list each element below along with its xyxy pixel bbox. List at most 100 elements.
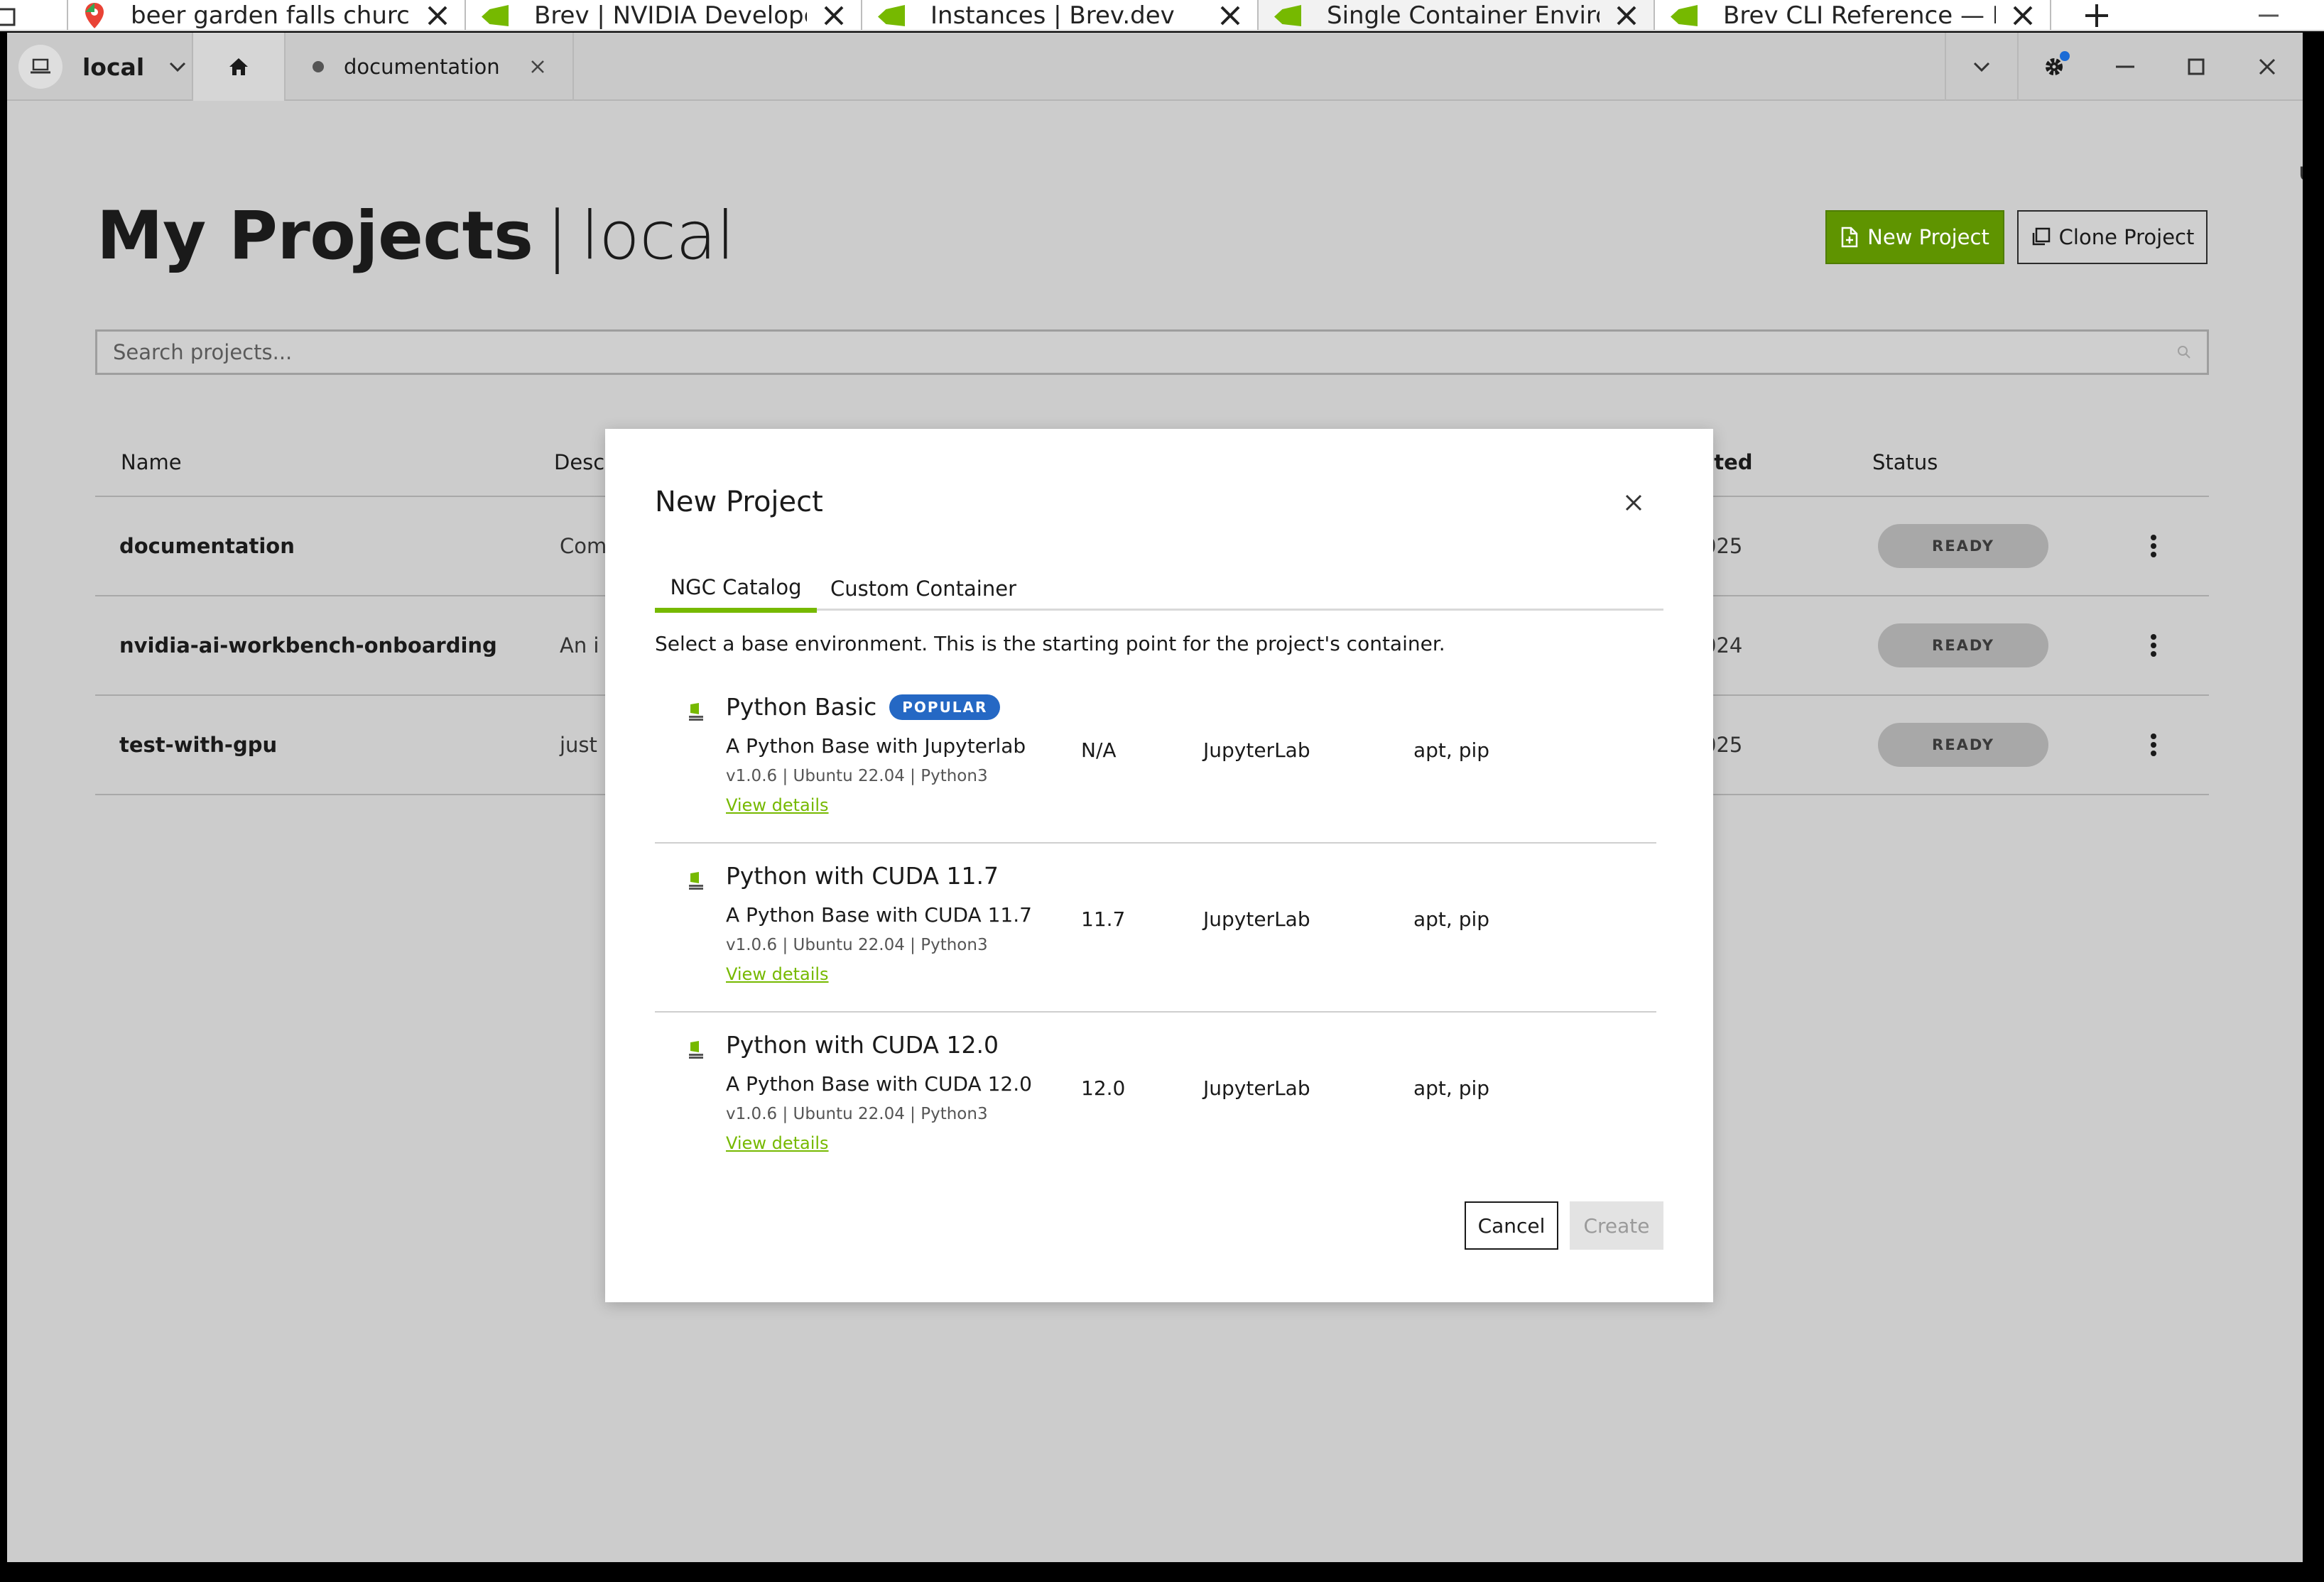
- environment-cuda: 12.0: [1081, 1076, 1126, 1100]
- environment-app: JupyterLab: [1203, 907, 1310, 931]
- close-icon[interactable]: [1619, 489, 1648, 517]
- nvidia-container-icon: [689, 1041, 703, 1059]
- environment-packages: apt, pip: [1413, 1076, 1490, 1100]
- maximize-button[interactable]: [2161, 33, 2232, 101]
- view-details-link[interactable]: View details: [726, 964, 829, 984]
- project-description: just: [560, 733, 597, 757]
- context-selector[interactable]: local: [7, 33, 193, 101]
- nvidia-icon: [878, 5, 905, 26]
- chevron-down-icon: [170, 62, 186, 72]
- environment-packages: apt, pip: [1413, 907, 1490, 931]
- environment-description: A Python Base with CUDA 11.7: [726, 903, 1032, 927]
- browser-tab-partial[interactable]: [0, 0, 68, 30]
- close-icon[interactable]: [2009, 1, 2037, 30]
- popular-badge: POPULAR: [889, 694, 1001, 720]
- browser-tab-strip: beer garden falls church Brev | NVIDIA D…: [0, 0, 2324, 31]
- project-name[interactable]: nvidia-ai-workbench-onboarding: [119, 633, 497, 658]
- minimize-browser-icon[interactable]: [2256, 1, 2281, 30]
- kebab-menu-icon[interactable]: [2139, 628, 2168, 663]
- close-icon[interactable]: [1216, 1, 1244, 30]
- status-badge: READY: [1878, 623, 2048, 667]
- page-title-main: My Projects: [97, 197, 533, 275]
- home-tab[interactable]: [193, 33, 286, 101]
- dialog-tabs: NGC Catalog Custom Container: [655, 567, 1663, 613]
- environment-app: JupyterLab: [1203, 738, 1310, 762]
- project-name[interactable]: documentation: [119, 534, 295, 558]
- minimize-icon: [2116, 65, 2134, 68]
- tab-square-icon: [0, 8, 16, 26]
- project-name[interactable]: test-with-gpu: [119, 733, 277, 757]
- search-input[interactable]: [112, 339, 2100, 365]
- minimize-button[interactable]: [2090, 33, 2161, 101]
- new-project-dialog: New Project NGC Catalog Custom Container…: [605, 429, 1713, 1302]
- status-badge: READY: [1878, 723, 2048, 767]
- environment-meta: v1.0.6 | Ubuntu 22.04 | Python3: [726, 936, 988, 954]
- environment-name: Python with CUDA 11.7: [726, 862, 999, 890]
- settings-button[interactable]: [2019, 33, 2090, 101]
- laptop-icon: [18, 45, 63, 89]
- dialog-subtitle: Select a base environment. This is the s…: [655, 632, 1445, 655]
- environment-title: Python Basic: [726, 693, 877, 721]
- environment-meta: v1.0.6 | Ubuntu 22.04 | Python3: [726, 1105, 988, 1123]
- new-file-icon: [1841, 227, 1858, 248]
- project-tab-documentation[interactable]: documentation: [286, 33, 574, 101]
- new-project-button[interactable]: New Project: [1825, 210, 2004, 264]
- project-tab-label: documentation: [344, 55, 500, 79]
- tabs-dropdown-button[interactable]: [1946, 33, 2017, 101]
- browser-tab-4[interactable]: Brev CLI Reference — NVIDIA: [1655, 0, 2051, 30]
- page-title: My Projects | local: [97, 197, 735, 275]
- project-description: Com: [560, 534, 607, 558]
- tab-custom-container[interactable]: Custom Container: [817, 567, 1030, 611]
- browser-tab-2[interactable]: Instances | Brev.dev: [862, 0, 1259, 30]
- environment-cuda: N/A: [1081, 738, 1117, 762]
- environment-app: JupyterLab: [1203, 1076, 1310, 1100]
- context-label: local: [82, 53, 145, 81]
- nvidia-container-icon: [689, 703, 703, 721]
- notification-dot: [2060, 51, 2070, 61]
- environment-packages: apt, pip: [1413, 738, 1490, 762]
- home-icon: [229, 58, 248, 75]
- view-details-link[interactable]: View details: [726, 1133, 829, 1153]
- close-icon[interactable]: [820, 1, 848, 30]
- create-button[interactable]: Create: [1570, 1201, 1663, 1250]
- column-header-name[interactable]: Name: [121, 450, 182, 474]
- clone-project-button[interactable]: Clone Project: [2017, 210, 2208, 264]
- environment-title: Python with CUDA 11.7: [726, 862, 999, 890]
- browser-tab-title: Brev | NVIDIA Developer: [534, 1, 807, 30]
- new-tab-plus-icon[interactable]: [2081, 1, 2112, 30]
- kebab-menu-icon[interactable]: [2139, 528, 2168, 564]
- environment-description: A Python Base with CUDA 12.0: [726, 1072, 1032, 1096]
- environment-option-cuda-11-7[interactable]: Python with CUDA 11.7 A Python Base with…: [655, 844, 1656, 1013]
- browser-tab-title: Brev CLI Reference — NVIDIA: [1723, 1, 1996, 30]
- environment-description: A Python Base with Jupyterlab: [726, 734, 1026, 758]
- close-icon: [2259, 58, 2276, 75]
- tab-ngc-catalog[interactable]: NGC Catalog: [655, 567, 817, 613]
- browser-tab-title: beer garden falls church: [131, 1, 411, 30]
- app-titlebar: local documentation: [7, 33, 2303, 101]
- workbench-window: local documentation My Projects | local …: [7, 33, 2303, 1562]
- search-icon: [2178, 346, 2190, 359]
- environment-meta: v1.0.6 | Ubuntu 22.04 | Python3: [726, 767, 988, 785]
- view-details-link[interactable]: View details: [726, 795, 829, 815]
- browser-tab-0[interactable]: beer garden falls church: [68, 0, 466, 30]
- browser-tab-title: Single Container Environment: [1327, 1, 1600, 30]
- offscreen-edge-text: u: [2298, 158, 2303, 186]
- kebab-menu-icon[interactable]: [2139, 727, 2168, 763]
- column-header-description[interactable]: Desc: [554, 450, 604, 474]
- copy-icon: [2032, 227, 2050, 246]
- environment-option-cuda-12-0[interactable]: Python with CUDA 12.0 A Python Base with…: [655, 1013, 1656, 1182]
- environment-name: Python Basic POPULAR: [726, 693, 1001, 721]
- environment-title: Python with CUDA 12.0: [726, 1031, 999, 1059]
- environment-name: Python with CUDA 12.0: [726, 1031, 999, 1059]
- close-icon[interactable]: [530, 59, 545, 75]
- cancel-button[interactable]: Cancel: [1465, 1201, 1558, 1250]
- close-icon[interactable]: [423, 1, 452, 30]
- column-header-status[interactable]: Status: [1872, 450, 1938, 474]
- clone-project-label: Clone Project: [2058, 225, 2195, 249]
- browser-tab-1[interactable]: Brev | NVIDIA Developer: [466, 0, 862, 30]
- environment-option-python-basic[interactable]: Python Basic POPULAR A Python Base with …: [655, 675, 1656, 844]
- close-window-button[interactable]: [2232, 33, 2303, 101]
- project-description: An i: [560, 633, 599, 658]
- close-icon[interactable]: [1612, 1, 1641, 30]
- browser-tab-3[interactable]: Single Container Environment: [1259, 0, 1655, 30]
